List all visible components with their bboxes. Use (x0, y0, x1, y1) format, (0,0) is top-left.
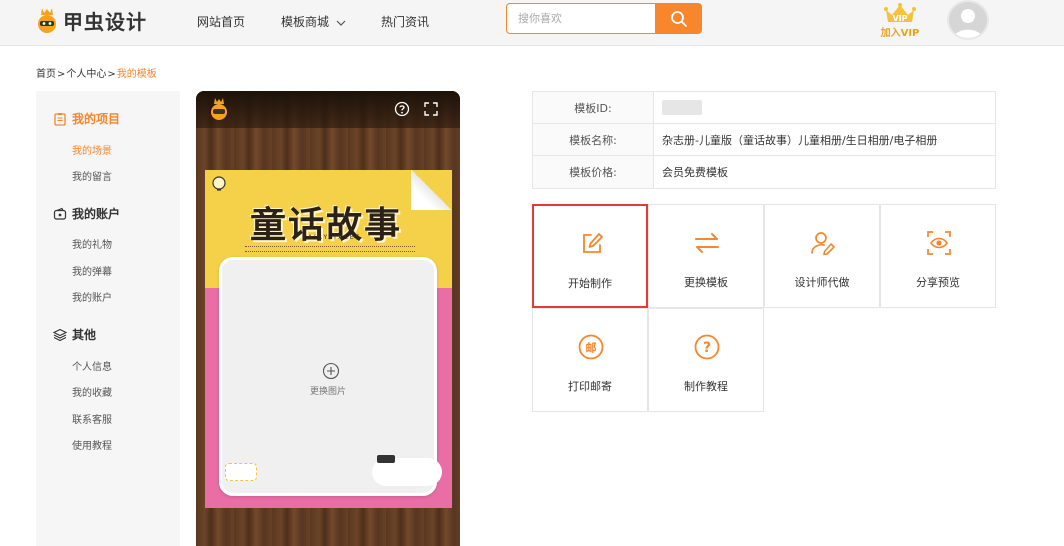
bug-logo-icon (211, 98, 227, 120)
template-id-redacted (662, 100, 702, 115)
join-vip-button[interactable]: VIP 加入VIP (880, 2, 920, 39)
chevron-down-icon (336, 20, 346, 26)
share-preview-button[interactable]: 分享预览 (880, 204, 996, 308)
search-icon (670, 10, 687, 27)
template-info-table: 模板ID: 模板名称: 杂志册-儿童版（童话故事）儿童相册/生日相册/电子相册 … (532, 91, 996, 189)
sidebar-section-other: 其他 (53, 326, 96, 343)
clipboard-icon (54, 112, 66, 126)
info-row-price: 模板价格: 会员免费模板 (533, 156, 995, 188)
change-template-button[interactable]: 更换模板 (648, 204, 764, 308)
sidebar-item-tutorial[interactable]: 使用教程 (72, 437, 112, 452)
designer-icon (811, 232, 835, 256)
template-preview-phone: 童话故事 FAIRY TALES 更换图片 (196, 91, 460, 546)
template-poster: 童话故事 FAIRY TALES 更换图片 (205, 170, 452, 508)
mail-icon: 邮 (578, 334, 604, 360)
poster-fine-print (245, 246, 415, 252)
nav-template-store-label: 模板商城 (281, 15, 330, 29)
action-label: 设计师代做 (794, 276, 850, 289)
action-label: 制作教程 (684, 380, 728, 393)
poster-subtitle: FAIRY TALES (303, 234, 362, 241)
sidebar-item-my-account[interactable]: 我的账户 (72, 289, 112, 304)
plus-circle-icon (322, 362, 340, 380)
bug-logo-icon (38, 8, 56, 33)
sidebar-item-my-scenes[interactable]: 我的场景 (72, 142, 112, 157)
sidebar-item-my-danmaku[interactable]: 我的弹幕 (72, 263, 112, 278)
breadcrumb-center[interactable]: 个人中心 (66, 69, 106, 80)
eye-icon (927, 231, 951, 255)
help-circle-icon[interactable] (394, 101, 410, 117)
sidebar-section-projects: 我的项目 (53, 110, 120, 127)
poster-page-curl (411, 170, 452, 210)
sidebar-item-personal-info[interactable]: 个人信息 (72, 358, 112, 373)
sidebar-item-my-gifts[interactable]: 我的礼物 (72, 236, 112, 251)
sidebar-item-contact-support[interactable]: 联系客服 (72, 411, 112, 426)
tutorial-button[interactable]: ? 制作教程 (648, 308, 764, 412)
top-header: 甲虫设计 网站首页 模板商城 热门资讯 VIP 加入VIP (0, 0, 1064, 46)
start-making-button[interactable]: 开始制作 (532, 204, 648, 308)
sidebar: 我的项目 我的场景 我的留言 我的账户 我的礼物 我的弹幕 我的账户 其他 个人… (36, 91, 180, 546)
designer-service-button[interactable]: 设计师代做 (764, 204, 880, 308)
action-label: 分享预览 (916, 276, 960, 289)
sidebar-section-account: 我的账户 (53, 205, 120, 222)
info-row-name: 模板名称: 杂志册-儿童版（童话故事）儿童相册/生日相册/电子相册 (533, 124, 995, 156)
fullscreen-icon[interactable] (423, 101, 439, 117)
user-avatar[interactable] (947, 0, 989, 40)
sidebar-item-my-favorites[interactable]: 我的收藏 (72, 384, 112, 399)
search-input[interactable] (507, 4, 656, 33)
breadcrumb-current: 我的模板 (116, 69, 157, 80)
cloud-tag-decoration (377, 455, 395, 463)
replace-image-label: 更换图片 (309, 387, 346, 397)
swap-icon (695, 233, 719, 253)
breadcrumb-home[interactable]: 首页 (36, 69, 56, 80)
search-button[interactable] (655, 3, 702, 34)
print-mail-button[interactable]: 邮 打印邮寄 (532, 308, 648, 412)
bulb-icon (212, 176, 226, 191)
preview-top-bar (196, 91, 460, 128)
vip-crown-icon: VIP (884, 3, 916, 23)
logo-text: 甲虫设计 (63, 9, 147, 34)
layers-icon (53, 328, 67, 341)
nav-home[interactable]: 网站首页 (197, 13, 245, 30)
vip-badge-text: VIP (892, 14, 907, 23)
info-value-id (654, 92, 995, 123)
info-row-id: 模板ID: (533, 92, 995, 124)
stamp-decoration (225, 463, 257, 481)
breadcrumb-separator: > (57, 69, 66, 80)
breadcrumb-separator: > (107, 69, 116, 80)
help-badge-text: ? (703, 340, 711, 356)
nav-hot-news[interactable]: 热门资讯 (381, 13, 429, 30)
sidebar-item-my-messages[interactable]: 我的留言 (72, 168, 112, 183)
breadcrumb: 首页>个人中心>我的模板 (36, 65, 157, 80)
info-value-name: 杂志册-儿童版（童话故事）儿童相册/生日相册/电子相册 (662, 133, 938, 147)
sidebar-section-title: 我的账户 (72, 207, 121, 221)
info-label: 模板ID: (533, 92, 654, 123)
action-label: 更换模板 (684, 276, 728, 289)
sidebar-section-title: 我的项目 (72, 112, 121, 126)
search-box (506, 3, 656, 34)
help-icon: ? (694, 334, 720, 360)
edit-icon (583, 233, 603, 253)
vip-label: 加入VIP (880, 28, 920, 39)
action-label: 开始制作 (568, 277, 612, 290)
site-logo[interactable]: 甲虫设计 (34, 4, 147, 36)
action-label: 打印邮寄 (568, 380, 612, 393)
info-value-price: 会员免费模板 (662, 166, 728, 179)
wallet-icon (53, 207, 67, 220)
mail-badge-text: 邮 (586, 341, 597, 355)
info-label: 模板价格: (533, 156, 654, 188)
nav-template-store[interactable]: 模板商城 (281, 13, 346, 30)
avatar-icon (954, 9, 982, 38)
photo-placeholder[interactable]: 更换图片 (219, 257, 442, 496)
sidebar-section-title: 其他 (72, 328, 97, 342)
action-grid: 开始制作 更换模板 设计师代做 分享预览 邮 打印邮寄 ? 制作教程 (532, 204, 996, 412)
info-label: 模板名称: (533, 124, 654, 155)
